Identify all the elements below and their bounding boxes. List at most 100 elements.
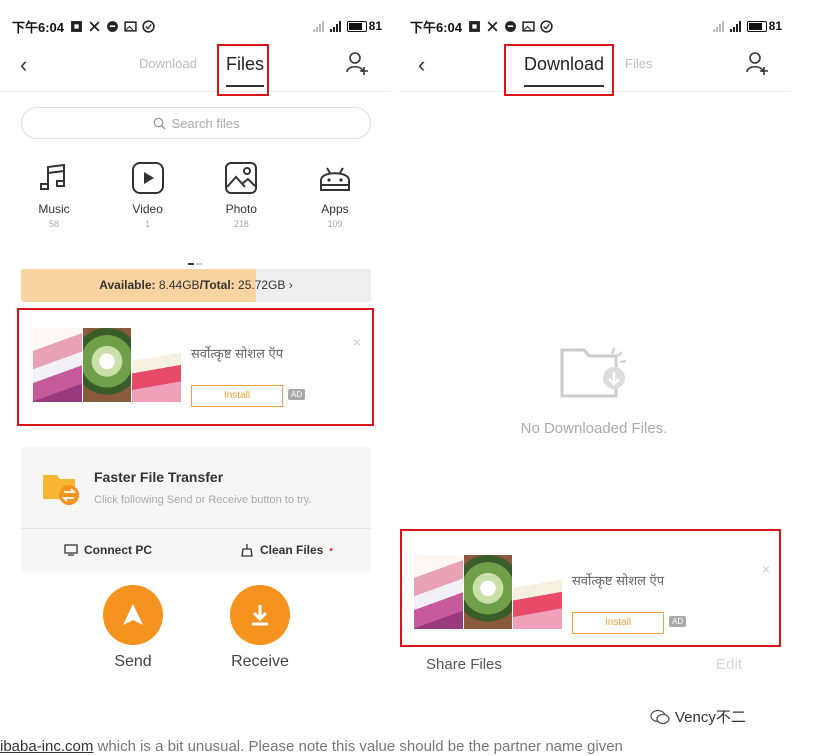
watermark-text: Vency不二 [675,709,746,726]
send-button[interactable]: Send [98,585,168,671]
edit-button[interactable]: Edit [716,656,742,673]
page-indicator [188,252,204,265]
available-value: 8.44GB [158,278,200,292]
status-time: 下午6:04 [410,19,463,35]
ad-title: सर्वोत्कृष्ट सोशल ऍप [191,346,284,361]
search-placeholder: Search files [171,115,240,131]
transfer-title: Faster File Transfer [94,469,224,485]
music-icon [40,163,65,190]
ad-badge: AD [669,616,687,627]
tab-files[interactable]: Files [625,56,652,71]
back-icon[interactable]: ‹ [418,52,425,78]
share-files-button[interactable]: Share Files [426,656,502,673]
receive-button[interactable]: Receive [225,585,295,671]
photo-icon [225,162,258,194]
folder-transfer-icon [43,475,79,505]
category-apps[interactable]: Apps 109 [303,160,367,229]
new-dot: • [329,544,333,556]
search-icon [153,117,165,129]
monitor-icon [64,544,78,556]
tab-underline [226,85,265,87]
android-icon [319,167,350,191]
ad-close-icon[interactable]: × [762,561,770,577]
broom-icon [241,544,253,557]
check-circle-icon [142,19,155,33]
category-video[interactable]: Video 1 [116,160,180,229]
tab-files[interactable]: Files [226,54,265,87]
ad-install-button[interactable]: Install [191,385,283,407]
tab-download[interactable]: Download [139,56,197,71]
wechat-icon [650,709,670,724]
empty-folder-icon [560,347,627,398]
battery-level: 81 [768,19,782,33]
ad-banner[interactable]: सर्वोत्कृष्ट सोशल ऍप Install AD × [21,316,371,412]
connect-pc-button[interactable]: Connect PC [64,543,152,557]
battery-icon: 81 [746,19,782,33]
storage-bar[interactable]: Available: 8.44GB/Total: 25.72GB › [21,269,371,302]
download-screen: 下午6:04 81 ‹ Download Files No Downloaded… [398,0,790,720]
chevron-right-icon: › [288,278,293,292]
watermark: Vency不二 [650,706,746,727]
category-label: Video [132,202,163,216]
scissors-icon [487,21,498,31]
ad-image [414,555,563,629]
add-user-icon[interactable] [344,50,370,76]
status-bar: 下午6:04 81 [410,16,782,36]
notification-icon [469,20,480,32]
signal-2-icon [329,20,341,32]
download-icon [252,605,268,626]
tab-download[interactable]: Download [524,54,605,87]
battery-level: 81 [368,19,382,33]
category-photo[interactable]: Photo 218 [209,160,273,229]
message-icon [107,20,118,32]
back-icon[interactable]: ‹ [20,52,27,78]
category-music[interactable]: Music 58 [22,160,86,229]
signal-1-icon [712,20,724,32]
check-circle-icon [540,19,553,33]
notification-icon [71,20,82,32]
search-input[interactable]: Search files [21,107,371,139]
empty-state: No Downloaded Files. [398,340,790,437]
caption-text: ibaba-inc.com which is a bit unusual. Pl… [0,738,815,756]
category-count: 1 [145,219,151,229]
caption-link[interactable]: ibaba-inc.com [0,738,93,755]
transfer-card: Faster File Transfer Click following Sen… [21,447,371,573]
bottom-actions: Share Files Edit [426,656,760,673]
send-label: Send [114,653,152,670]
send-icon [123,604,143,625]
signal-2-icon [729,20,741,32]
connect-pc-label: Connect PC [84,543,153,557]
ad-title: सर्वोत्कृष्ट सोशल ऍप [572,573,665,588]
scissors-icon [89,21,100,31]
ad-banner[interactable]: सर्वोत्कृष्ट सोशल ऍप Install AD × [402,543,780,639]
top-bar: ‹ Download Files [398,42,790,92]
category-count: 58 [48,219,59,229]
status-bar: 下午6:04 81 [12,16,382,36]
available-label: Available: [99,278,156,292]
tab-underline [524,85,605,87]
add-user-icon[interactable] [744,50,770,76]
ad-image [33,328,182,402]
storage-text: Available: 8.44GB/Total: 25.72GB › [21,269,371,302]
total-value: 25.72GB [238,278,286,292]
ad-close-icon[interactable]: × [353,334,361,350]
category-label: Apps [321,202,349,216]
empty-text: No Downloaded Files. [520,420,668,437]
status-time: 下午6:04 [12,19,65,35]
image-icon [124,20,137,32]
total-label: /Total: [199,278,235,292]
category-count: 109 [327,219,343,229]
tab-files-label: Files [226,54,265,74]
clean-files-button[interactable]: Clean Files • [240,543,333,557]
tab-download-label: Download [524,54,605,74]
top-bar: ‹ Download Files [0,42,390,92]
clean-files-label: Clean Files [260,543,324,557]
video-icon [131,162,164,194]
caption-rest: which is a bit unusual. Please note this… [93,738,623,755]
files-screen: 下午6:04 81 ‹ Download Files Search files … [0,0,390,720]
signal-1-icon [312,20,324,32]
category-count: 218 [233,219,249,229]
message-icon [505,20,516,32]
ad-install-button[interactable]: Install [572,612,664,634]
category-list: Music 58 Video 1 Photo 218 Apps 109 [22,160,367,229]
